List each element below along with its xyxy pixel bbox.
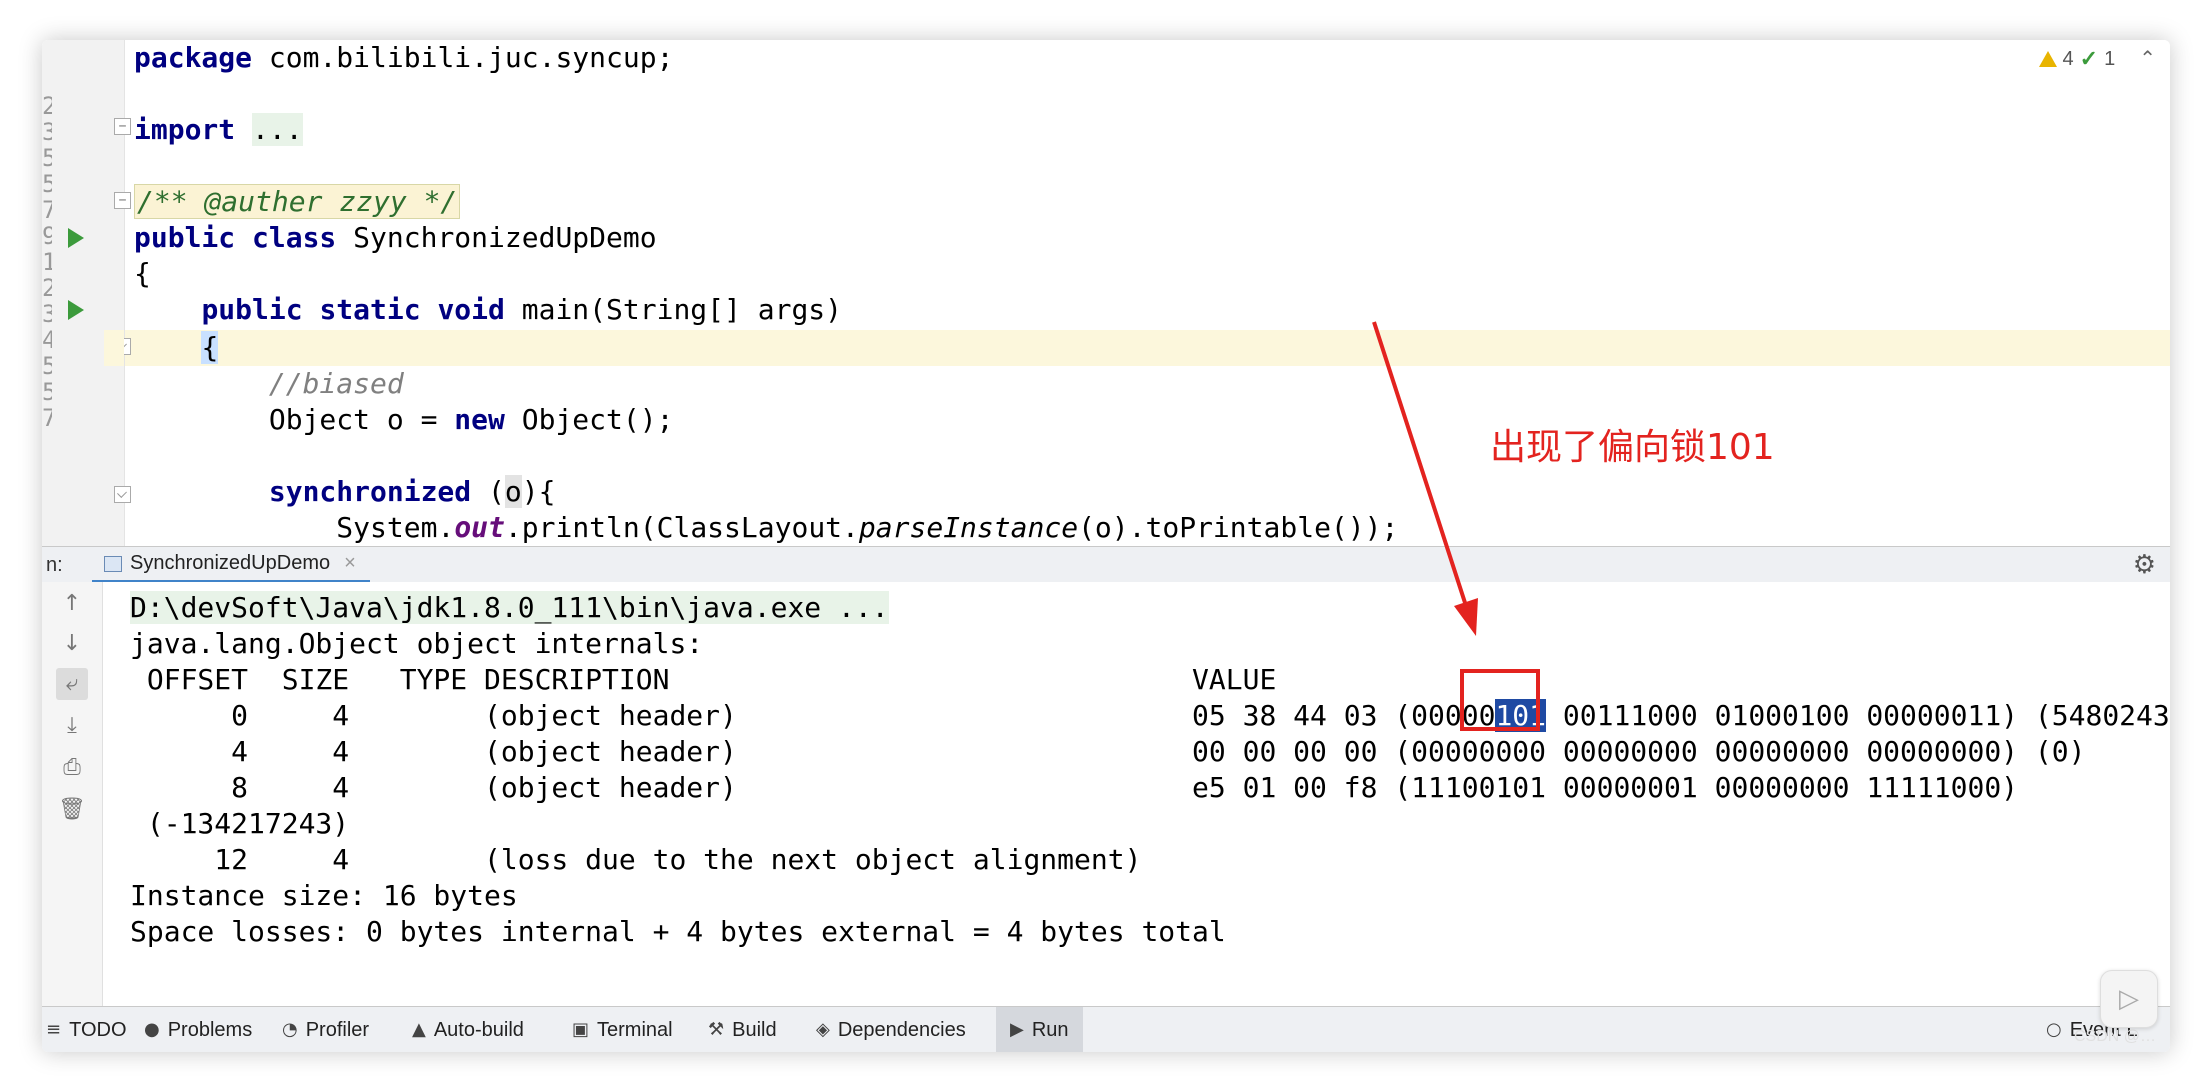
console-line-row-12: 12 4 (loss due to the next object alignm… xyxy=(130,843,1142,876)
run-tab[interactable]: ▶ Run xyxy=(996,1007,1083,1052)
scroll-to-end-icon[interactable]: ⤓ xyxy=(56,710,88,742)
code-line-doc-comment: /** @auther zzyy */ xyxy=(134,184,461,220)
console-line-path: D:\devSoft\Java\jdk1.8.0_111\bin\java.ex… xyxy=(130,591,889,624)
chevron-up-icon[interactable]: ⌃ xyxy=(2139,44,2156,74)
annotation-label: 出现了偏向锁101 xyxy=(1490,427,1775,468)
code-line-println: System.out.println(ClassLayout.parseInst… xyxy=(336,511,1399,544)
gear-icon[interactable]: ⚙ xyxy=(2133,547,2156,583)
run-tab-label: SynchronizedUpDemo xyxy=(130,552,331,574)
terminal-tab[interactable]: ▣ Terminal xyxy=(572,1007,673,1052)
check-icon: ✓ xyxy=(2079,46,2099,71)
info-icon: ● xyxy=(144,1019,160,1040)
todo-icon: ≡ xyxy=(46,1019,62,1040)
annotation-highlight-box xyxy=(1460,669,1540,731)
fold-comment-icon[interactable]: − xyxy=(114,192,131,209)
code-line-package: package com.bilibili.juc.syncup; xyxy=(134,41,674,74)
editor-gutter[interactable]: 2 3 5 5 7 9 1 2 3 4 5 5 7 − − xyxy=(42,40,131,546)
caret-line-highlight xyxy=(124,330,2170,366)
code-line-main: public static void main(String[] args) xyxy=(201,293,843,326)
console-side-toolbar: ↑ ↓ ⤶ ⤓ ⎙ 🗑 xyxy=(42,582,103,1006)
code-line-import: import ... xyxy=(134,113,303,146)
warning-icon: ▲ xyxy=(412,1019,426,1040)
arrow-up-icon[interactable]: ↑ xyxy=(56,588,88,620)
console-tab-icon xyxy=(104,555,122,572)
print-icon[interactable]: ⎙ xyxy=(56,752,88,784)
inspection-widget[interactable]: 4 ✓ 1 ⌃ xyxy=(2038,44,2156,74)
bottom-toolbar: ≡ TODO ● Problems ◔ Profiler ▲ Auto-build ▣ T… xyxy=(42,1006,2170,1052)
ide-window: 2 3 5 5 7 9 1 2 3 4 5 5 7 − − package co… xyxy=(42,40,2170,1052)
run-tool-header: n: SynchronizedUpDemo × ⚙ xyxy=(42,546,2170,584)
console-line-space-losses: Space losses: 0 bytes internal + 4 bytes… xyxy=(130,915,1226,948)
auto-build-tab[interactable]: ▲ Auto-build xyxy=(412,1007,524,1052)
hammer-icon: ⚒ xyxy=(708,1019,725,1040)
fold-import-icon[interactable]: − xyxy=(114,118,131,135)
soft-wrap-icon[interactable]: ⤶ xyxy=(56,668,88,700)
todo-tab[interactable]: ≡ TODO xyxy=(46,1007,127,1052)
warning-count: 4 xyxy=(2062,48,2074,70)
watermark: CSDN @… xyxy=(2073,1028,2156,1045)
code-line-main-brace: { xyxy=(201,331,219,364)
code-line-class: public class SynchronizedUpDemo xyxy=(134,221,657,254)
run-class-icon[interactable] xyxy=(68,228,84,248)
run-main-icon[interactable] xyxy=(68,300,84,320)
ok-count: 1 xyxy=(2104,48,2116,70)
code-line-class-brace: { xyxy=(134,257,151,290)
problems-tab[interactable]: ● Problems xyxy=(144,1007,252,1052)
profiler-icon: ◔ xyxy=(282,1019,298,1040)
trash-icon[interactable]: 🗑 xyxy=(56,794,88,826)
console-line-header: java.lang.Object object internals: xyxy=(130,627,704,660)
terminal-icon: ▣ xyxy=(572,1019,590,1040)
arrow-down-icon[interactable]: ↓ xyxy=(56,628,88,660)
code-editor[interactable]: 2 3 5 5 7 9 1 2 3 4 5 5 7 − − package co… xyxy=(42,40,2170,546)
play-icon: ▶ xyxy=(1010,1019,1024,1040)
line-number: 7 xyxy=(42,404,52,432)
run-window-label: n: xyxy=(46,554,63,576)
console-line-row-0: 0 4 (object header) 05 38 44 03 (0000010… xyxy=(130,699,2170,732)
close-icon[interactable]: × xyxy=(344,547,356,580)
code-line-synchronized: synchronized (o){ xyxy=(268,475,556,508)
floating-play-button[interactable]: ▷ xyxy=(2100,970,2158,1028)
console-line-row-8: 8 4 (object header) e5 01 00 f8 (1110010… xyxy=(130,771,2019,804)
build-tab[interactable]: ⚒ Build xyxy=(708,1007,777,1052)
console-line-instance-size: Instance size: 16 bytes xyxy=(130,879,518,912)
warning-icon xyxy=(2038,51,2057,67)
console-line-row-4: 4 4 (object header) 00 00 00 00 (0000000… xyxy=(130,735,2086,768)
run-tab-synchronizedupdemo[interactable]: SynchronizedUpDemo × xyxy=(92,547,370,583)
console-line-row-8-cont: (-134217243) xyxy=(130,807,350,840)
search-icon: ○ xyxy=(2046,1019,2062,1040)
fold-sync-icon[interactable] xyxy=(114,486,131,503)
gutter-caret-highlight xyxy=(104,330,124,366)
layers-icon: ◈ xyxy=(816,1019,830,1040)
code-line-new-object: Object o = new Object(); xyxy=(268,403,674,436)
dependencies-tab[interactable]: ◈ Dependencies xyxy=(816,1007,966,1052)
console-line-columns: OFFSET SIZE TYPE DESCRIPTION VALUE xyxy=(130,663,1277,696)
profiler-tab[interactable]: ◔ Profiler xyxy=(282,1007,369,1052)
code-line-comment: //biased xyxy=(268,367,404,400)
run-console[interactable]: ↑ ↓ ⤶ ⤓ ⎙ 🗑 D:\devSoft\Java\jdk1.8.0_111… xyxy=(42,582,2170,1006)
